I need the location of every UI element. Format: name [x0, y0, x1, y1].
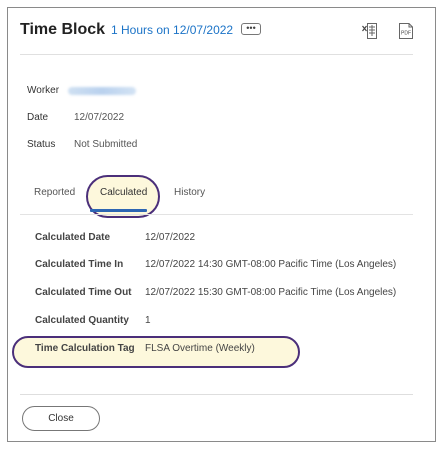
hours-date-link[interactable]: 1 Hours on 12/07/2022: [111, 23, 233, 37]
calculated-time-in-label: Calculated Time In: [35, 259, 124, 270]
close-button[interactable]: Close: [22, 406, 100, 431]
time-block-dialog: Time Block 1 Hours on 12/07/2022 ••• PDF…: [7, 7, 436, 442]
status-value: Not Submitted: [74, 139, 138, 150]
active-tab-indicator: [90, 209, 147, 212]
worker-label: Worker: [27, 85, 60, 96]
date-value: 12/07/2022: [74, 112, 125, 123]
calculated-time-out-value: 12/07/2022 15:30 GMT-08:00 Pacific Time …: [145, 287, 397, 298]
tab-reported[interactable]: Reported: [34, 187, 75, 198]
tab-calculated[interactable]: Calculated: [100, 187, 147, 198]
time-calculation-tag-label: Time Calculation Tag: [35, 343, 135, 354]
calculated-date-value: 12/07/2022: [145, 232, 196, 243]
tab-history[interactable]: History: [174, 187, 205, 198]
dialog-title: Time Block: [20, 21, 106, 38]
related-actions-button[interactable]: •••: [241, 23, 261, 35]
status-label: Status: [27, 139, 56, 150]
excel-export-icon[interactable]: [362, 22, 378, 40]
calculated-time-out-label: Calculated Time Out: [35, 287, 132, 298]
calculated-quantity-label: Calculated Quantity: [35, 315, 129, 326]
date-label: Date: [27, 112, 49, 123]
worker-value-redacted[interactable]: [68, 87, 136, 95]
footer-divider: [20, 394, 413, 395]
calculated-quantity-value: 1: [145, 315, 151, 326]
pdf-export-icon[interactable]: PDF: [398, 22, 414, 40]
calculated-date-label: Calculated Date: [35, 232, 111, 243]
time-calculation-tag-value: FLSA Overtime (Weekly): [145, 343, 255, 354]
calculated-time-in-value: 12/07/2022 14:30 GMT-08:00 Pacific Time …: [145, 259, 397, 270]
tabs-divider: [20, 214, 413, 215]
header-divider: [20, 54, 413, 55]
pdf-label: PDF: [401, 31, 411, 37]
